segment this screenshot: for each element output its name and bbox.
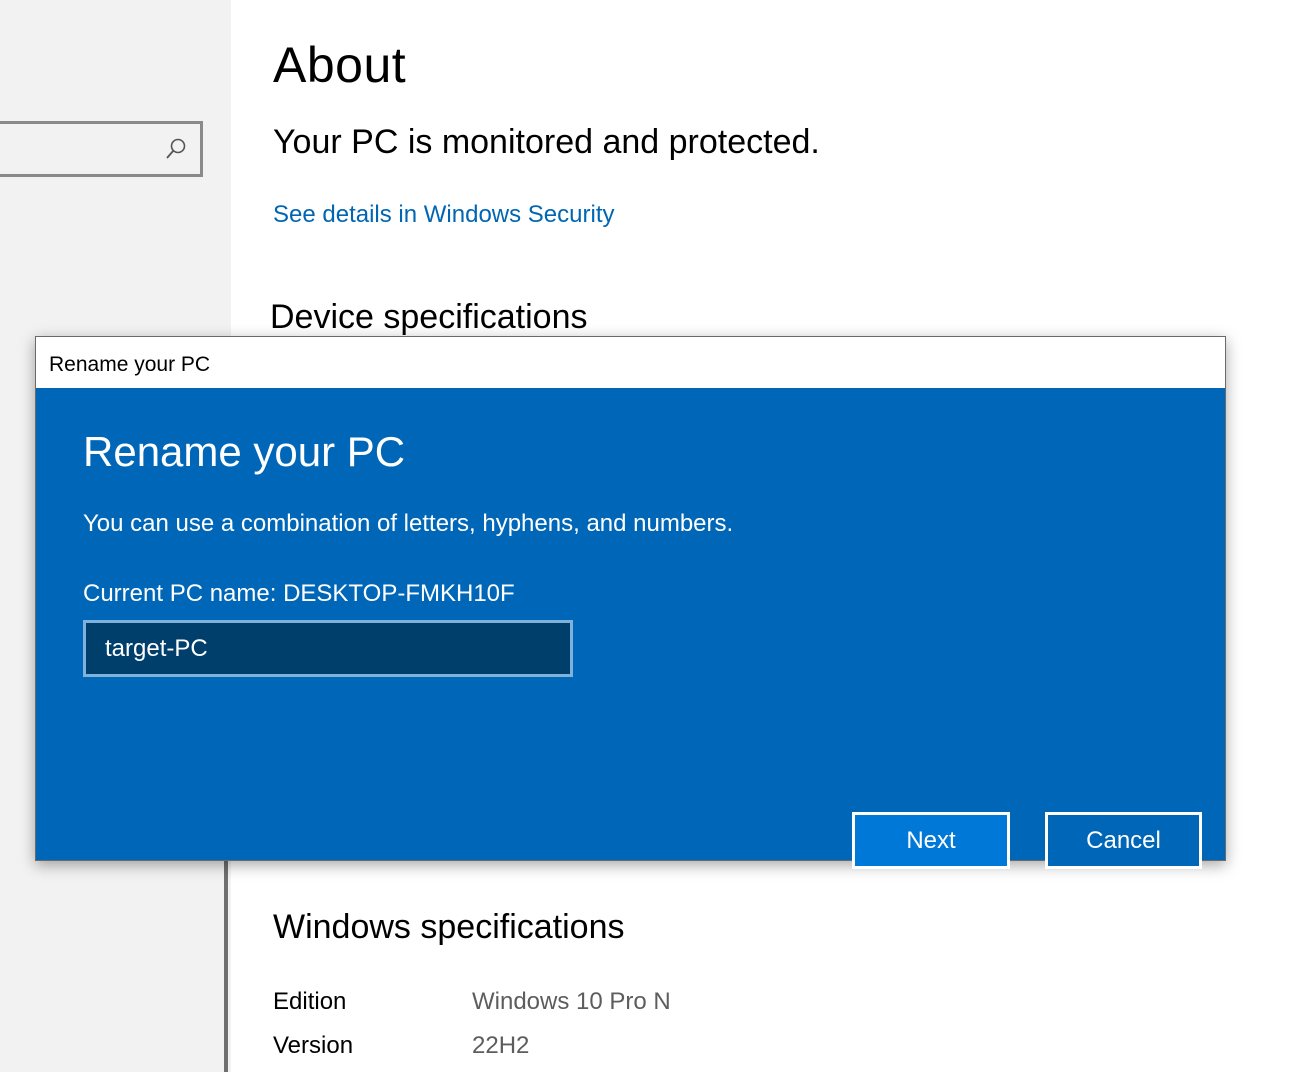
spec-value: Windows 10 Pro N — [472, 988, 671, 1015]
spec-label: Version — [273, 1032, 354, 1059]
current-pc-name: Current PC name: DESKTOP-FMKH10F — [83, 580, 515, 608]
new-pc-name-input[interactable] — [83, 620, 573, 677]
rename-pc-dialog: Rename your PC Rename your PC You can us… — [35, 336, 1226, 869]
sidebar-divider — [224, 858, 228, 1072]
dialog-description: You can use a combination of letters, hy… — [83, 510, 734, 537]
page-title: About — [273, 37, 407, 93]
spec-value: 22H2 — [472, 1032, 530, 1059]
dialog-heading: Rename your PC — [83, 428, 406, 475]
spec-label: Edition — [273, 988, 347, 1015]
windows-specifications-heading: Windows specifications — [273, 908, 625, 946]
dialog-window-title: Rename your PC — [49, 353, 211, 376]
device-specifications-heading: Device specifications — [270, 298, 588, 336]
dialog-titlebar[interactable]: Rename your PC — [36, 337, 1225, 388]
windows-security-link[interactable]: See details in Windows Security — [273, 201, 614, 229]
dialog-body: Rename your PC You can use a combination… — [36, 388, 1225, 869]
search-icon[interactable] — [164, 137, 188, 161]
next-button[interactable]: Next — [852, 812, 1010, 869]
current-pc-name-value: DESKTOP-FMKH10F — [283, 580, 515, 607]
protection-status-text: Your PC is monitored and protected. — [273, 123, 820, 161]
current-pc-name-label: Current PC name: — [83, 580, 277, 607]
cancel-button[interactable]: Cancel — [1045, 812, 1202, 869]
